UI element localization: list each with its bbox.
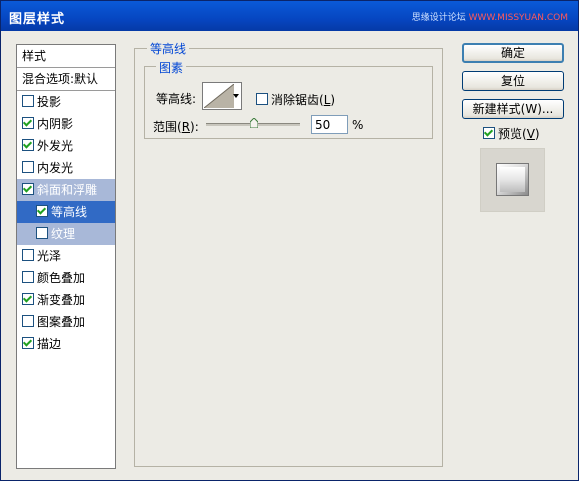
style-item-inner-glow[interactable]: 内发光 — [17, 157, 115, 179]
range-shortcut: R — [181, 120, 191, 134]
layer-style-dialog: 图层样式 思缘设计论坛 WWW.MISSYUAN.COM 样式 混合选项:默认 … — [0, 0, 579, 481]
antialias-label-suffix: ) — [330, 93, 336, 107]
range-label: 范围(R): — [153, 118, 199, 135]
style-item-label: 描边 — [37, 337, 62, 351]
style-item-outer-glow[interactable]: 外发光 — [17, 135, 115, 157]
style-list: 样式 混合选项:默认 投影 内阴影 外发光 内发光 斜面和浮雕 等高线 纹理 光… — [16, 44, 116, 469]
antialias-checkbox[interactable] — [256, 93, 268, 105]
style-item-label: 图案叠加 — [37, 315, 86, 329]
style-list-header[interactable]: 样式 — [17, 45, 115, 68]
outer-glow-checkbox[interactable] — [22, 139, 34, 151]
reset-button[interactable]: 复位 — [462, 71, 564, 91]
satin-checkbox[interactable] — [22, 249, 34, 261]
ok-button[interactable]: 确定 — [462, 43, 564, 63]
inner-shadow-checkbox[interactable] — [22, 117, 34, 129]
color-overlay-checkbox[interactable] — [22, 271, 34, 283]
style-item-label: 光泽 — [37, 249, 62, 263]
contour-checkbox[interactable] — [36, 205, 48, 217]
gradient-overlay-checkbox[interactable] — [22, 293, 34, 305]
preview-option[interactable]: 预览(V) — [483, 125, 540, 142]
style-item-contour[interactable]: 等高线 — [17, 201, 115, 223]
texture-checkbox[interactable] — [36, 227, 48, 239]
watermark-prefix: 思缘设计论坛 — [411, 13, 469, 23]
style-preview — [480, 148, 545, 212]
elements-group-title: 图素 — [156, 59, 187, 76]
style-item-drop-shadow[interactable]: 投影 — [17, 91, 115, 113]
chevron-down-icon[interactable] — [233, 94, 239, 98]
range-unit: % — [352, 118, 364, 132]
style-item-label: 内阴影 — [37, 117, 74, 131]
preview-label: 预览( — [498, 127, 527, 141]
drop-shadow-checkbox[interactable] — [22, 95, 34, 107]
pattern-overlay-checkbox[interactable] — [22, 315, 34, 327]
style-item-label: 纹理 — [51, 227, 76, 241]
style-item-label: 投影 — [37, 95, 62, 109]
style-item-gradient-overlay[interactable]: 渐变叠加 — [17, 289, 115, 311]
style-item-label: 颜色叠加 — [37, 271, 86, 285]
style-item-bevel-emboss[interactable]: 斜面和浮雕 — [17, 179, 115, 201]
contour-panel-title: 等高线 — [147, 40, 190, 57]
inner-glow-checkbox[interactable] — [22, 161, 34, 173]
watermark: 思缘设计论坛 WWW.MISSYUAN.COM — [412, 10, 568, 23]
dialog-title: 图层样式 — [9, 12, 66, 27]
contour-curve-preview — [204, 84, 234, 108]
style-item-pattern-overlay[interactable]: 图案叠加 — [17, 311, 115, 333]
bevel-emboss-checkbox[interactable] — [22, 183, 34, 195]
range-slider-thumb[interactable] — [250, 118, 258, 128]
style-item-stroke[interactable]: 描边 — [17, 333, 115, 355]
preview-shortcut: V — [526, 127, 535, 141]
style-item-texture[interactable]: 纹理 — [17, 223, 115, 245]
style-item-label: 等高线 — [51, 205, 88, 219]
style-item-label: 渐变叠加 — [37, 293, 86, 307]
blend-options-item[interactable]: 混合选项:默认 — [17, 68, 115, 91]
style-item-inner-shadow[interactable]: 内阴影 — [17, 113, 115, 135]
stroke-checkbox[interactable] — [22, 337, 34, 349]
contour-picker[interactable] — [202, 82, 242, 110]
range-label-text: 范围( — [153, 120, 182, 134]
style-item-label: 斜面和浮雕 — [37, 183, 98, 197]
preview-label-suffix: ) — [534, 127, 540, 141]
range-label-suffix: ): — [190, 120, 199, 134]
style-preview-swatch — [496, 163, 529, 196]
title-bar[interactable]: 图层样式 思缘设计论坛 WWW.MISSYUAN.COM — [1, 1, 578, 31]
style-item-label: 内发光 — [37, 161, 74, 175]
watermark-domain: WWW.MISSYUAN.COM — [468, 13, 568, 23]
contour-label: 等高线: — [156, 92, 197, 106]
style-item-label: 外发光 — [37, 139, 74, 153]
antialias-label: 消除锯齿( — [271, 93, 324, 107]
style-item-color-overlay[interactable]: 颜色叠加 — [17, 267, 115, 289]
style-item-satin[interactable]: 光泽 — [17, 245, 115, 267]
range-input[interactable] — [311, 115, 348, 134]
antialias-option[interactable]: 消除锯齿(L) — [256, 91, 335, 108]
new-style-button[interactable]: 新建样式(W)... — [462, 99, 564, 119]
preview-checkbox[interactable] — [483, 127, 495, 139]
